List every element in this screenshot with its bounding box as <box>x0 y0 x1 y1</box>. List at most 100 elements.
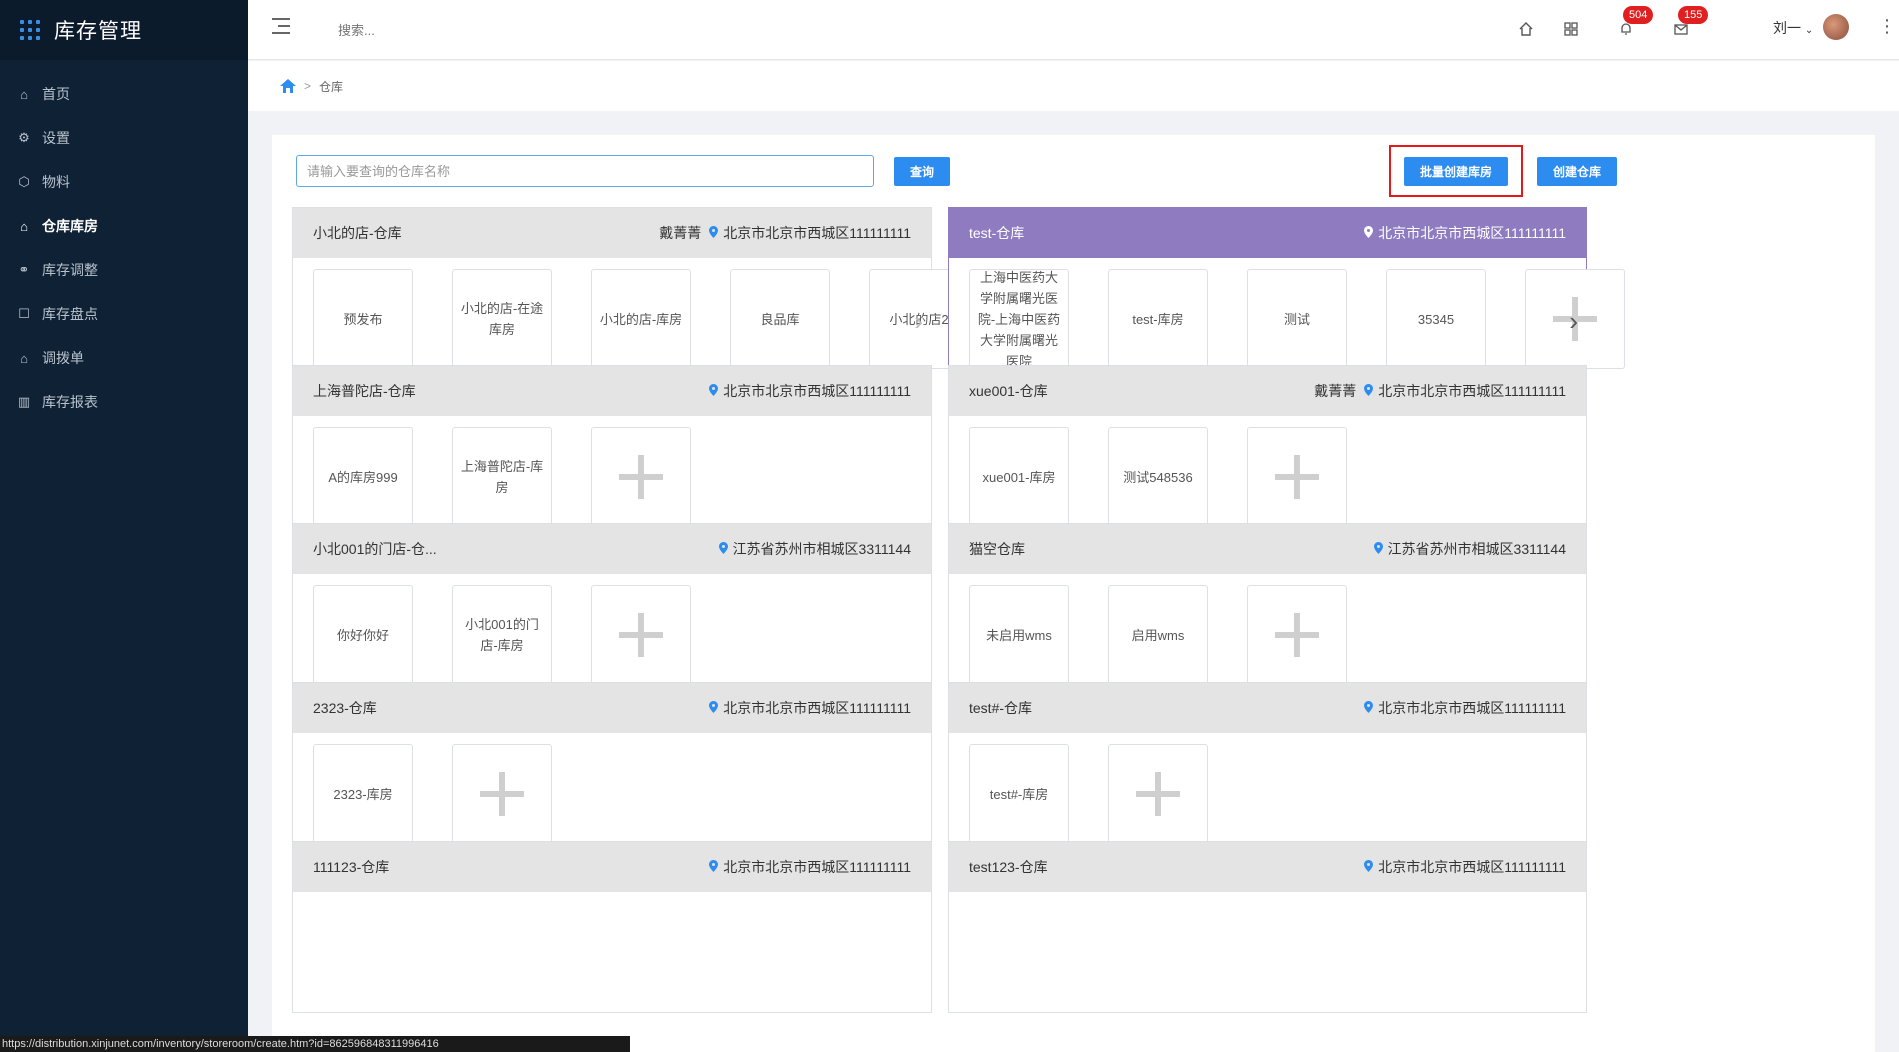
warehouse-card[interactable]: test123-仓库 北京市北京市西城区111111111 <box>948 841 1587 1013</box>
breadcrumb-current: 仓库 <box>319 79 344 94</box>
warehouse-card[interactable]: 2323-仓库 北京市北京市西城区111111111 2323-库房 <box>292 682 932 854</box>
warehouse-card[interactable]: 猫空仓库 江苏省苏州市相城区3311144 未启用wms 启用wms <box>948 523 1587 695</box>
storeroom-tile[interactable]: 启用wms <box>1108 585 1208 685</box>
storeroom-tile[interactable]: 你好你好 <box>313 585 413 685</box>
avatar[interactable] <box>1823 14 1849 40</box>
sidebar-item-label: 库存盘点 <box>42 306 98 322</box>
query-button[interactable]: 查询 <box>894 157 950 186</box>
warehouse-title: 小北001的门店-仓... <box>313 541 437 557</box>
sidebar-item-label: 库存调整 <box>42 262 98 278</box>
location-pin-icon <box>709 225 723 241</box>
warehouse-title: 2323-仓库 <box>313 700 377 716</box>
storeroom-tile[interactable]: 小北的店-库房 <box>591 269 691 369</box>
warehouse-card[interactable]: 小北的店-仓库 戴菁菁 北京市北京市西城区111111111 预发布 小北的店-在途库房… <box>292 207 969 379</box>
storeroom-list: 未启用wms 启用wms <box>949 574 1586 694</box>
storeroom-tile[interactable]: 未启用wms <box>969 585 1069 685</box>
storeroom-tile[interactable]: test#-库房 <box>969 744 1069 844</box>
add-storeroom-button[interactable] <box>591 585 691 685</box>
add-storeroom-button[interactable] <box>1247 427 1347 527</box>
warehouse-card[interactable]: 上海普陀店-仓库 北京市北京市西城区111111111 A的库房999 上海普陀店-库… <box>292 365 932 537</box>
warehouse-card-header: test-仓库 北京市北京市西城区111111111 <box>949 208 1586 258</box>
menu-toggle-icon[interactable] <box>272 18 292 36</box>
chevron-right-icon[interactable]: › <box>1569 306 1578 337</box>
sidebar-item-3[interactable]: ⌂ 仓库库房 <box>0 204 248 248</box>
add-storeroom-button[interactable] <box>452 744 552 844</box>
add-storeroom-button[interactable] <box>1247 585 1347 685</box>
sidebar-item-0[interactable]: ⌂ 首页 <box>0 72 248 116</box>
home-icon[interactable] <box>1513 16 1539 42</box>
storeroom-tile[interactable]: 上海普陀店-库房 <box>452 427 552 527</box>
add-storeroom-button[interactable] <box>1108 744 1208 844</box>
more-vertical-icon[interactable]: ⋮ <box>1878 16 1896 37</box>
user-menu[interactable]: 刘一 ⌄ <box>1773 18 1813 38</box>
warehouse-card[interactable]: 111123-仓库 北京市北京市西城区111111111 <box>292 841 932 1013</box>
plus-icon <box>1136 772 1180 816</box>
mail-icon[interactable]: 155 <box>1668 6 1709 42</box>
breadcrumb: > 仓库 <box>248 61 1899 111</box>
bell-icon[interactable]: 504 <box>1613 6 1654 42</box>
storeroom-list: 上海中医药大学附属曙光医院-上海中医药大学附属曙光医院 test-库房 测试 3534… <box>949 258 1625 378</box>
app-logo[interactable]: 库存管理 <box>0 0 248 60</box>
sidebar-item-7[interactable]: ▥ 库存报表 <box>0 380 248 424</box>
warehouse-title: test123-仓库 <box>969 859 1048 875</box>
sidebar-item-6[interactable]: ⌂ 调拨单 <box>0 336 248 380</box>
sidebar-item-5[interactable]: ☐ 库存盘点 <box>0 292 248 336</box>
storeroom-tile[interactable]: xue001-库房 <box>969 427 1069 527</box>
warehouse-card-header: 111123-仓库 北京市北京市西城区111111111 <box>293 842 931 892</box>
add-storeroom-button[interactable] <box>591 427 691 527</box>
storeroom-tile[interactable]: 良品库 <box>730 269 830 369</box>
warehouse-manager: 戴菁菁 <box>1314 383 1357 399</box>
chevron-down-icon: ⌄ <box>1804 25 1814 36</box>
warehouse-meta: 北京市北京市西城区111111111 <box>1364 698 1566 718</box>
grid-icon[interactable] <box>1558 16 1584 42</box>
mail-badge: 155 <box>1678 6 1709 24</box>
warehouse-title: 猫空仓库 <box>969 541 1025 557</box>
warehouse-title: 上海普陀店-仓库 <box>313 383 416 399</box>
warehouse-card[interactable]: test-仓库 北京市北京市西城区111111111 上海中医药大学附属曙光医院-上… <box>948 207 1625 379</box>
warehouse-title: test#-仓库 <box>969 700 1033 716</box>
warehouse-address: 北京市北京市西城区111111111 <box>723 383 911 399</box>
warehouse-address: 江苏省苏州市相城区3311144 <box>1387 541 1566 557</box>
storeroom-tile[interactable]: 2323-库房 <box>313 744 413 844</box>
storeroom-tile[interactable]: 预发布 <box>313 269 413 369</box>
adjust-icon: ⚭ <box>18 262 30 277</box>
global-search-input[interactable] <box>338 18 538 42</box>
sidebar-item-label: 库存报表 <box>42 394 98 410</box>
warehouse-card[interactable]: xue001-仓库 戴菁菁 北京市北京市西城区111111111 xue001-库房测… <box>948 365 1587 537</box>
storeroom-tile[interactable]: 小北的店-在途库房 <box>452 269 552 369</box>
warehouse-card-header: 上海普陀店-仓库 北京市北京市西城区111111111 <box>293 366 931 416</box>
toolbar: 查询 批量创建库房 创建仓库 <box>296 145 1856 197</box>
batch-create-storeroom-button[interactable]: 批量创建库房 <box>1404 157 1508 186</box>
storeroom-tile[interactable]: 上海中医药大学附属曙光医院-上海中医药大学附属曙光医院 <box>969 269 1069 369</box>
warehouse-card[interactable]: test#-仓库 北京市北京市西城区111111111 test#-库房 <box>948 682 1587 854</box>
storeroom-list: test#-库房 <box>949 733 1586 853</box>
storeroom-tile[interactable]: 测试 <box>1247 269 1347 369</box>
location-pin-icon <box>1373 541 1388 557</box>
sidebar-item-4[interactable]: ⚭ 库存调整 <box>0 248 248 292</box>
storeroom-tile[interactable]: 35345 <box>1386 269 1486 369</box>
warehouse-card-header: test#-仓库 北京市北京市西城区111111111 <box>949 683 1586 733</box>
storeroom-tile[interactable]: 小北001的门店-库房 <box>452 585 552 685</box>
warehouse-meta: 戴菁菁 北京市北京市西城区111111111 <box>659 223 911 243</box>
warehouse-address: 江苏省苏州市相城区3311144 <box>732 541 911 557</box>
sidebar-item-1[interactable]: ⚙ 设置 <box>0 116 248 160</box>
plus-icon <box>1275 613 1319 657</box>
storeroom-tile[interactable]: 测试548536 <box>1108 427 1208 527</box>
warehouse-card[interactable]: 小北001的门店-仓... 江苏省苏州市相城区3311144 你好你好 小北001的门… <box>292 523 932 695</box>
inventory-check-icon: ☐ <box>18 306 30 321</box>
chevron-right-icon[interactable]: › <box>914 306 923 337</box>
sidebar-item-2[interactable]: ⬡ 物料 <box>0 160 248 204</box>
warehouse-card-header: test123-仓库 北京市北京市西城区111111111 <box>949 842 1586 892</box>
storeroom-tile[interactable]: A的库房999 <box>313 427 413 527</box>
status-bar-url: https://distribution.xinjunet.com/invent… <box>0 1036 630 1052</box>
location-pin-icon <box>709 383 723 399</box>
transfer-icon: ⌂ <box>20 350 28 366</box>
warehouse-card-header: 小北001的门店-仓... 江苏省苏州市相城区3311144 <box>293 524 931 574</box>
breadcrumb-separator: > <box>304 79 312 93</box>
storeroom-tile[interactable]: test-库房 <box>1108 269 1208 369</box>
create-warehouse-button[interactable]: 创建仓库 <box>1537 157 1617 186</box>
breadcrumb-home-icon[interactable] <box>280 79 296 93</box>
warehouse-title: test-仓库 <box>969 225 1025 241</box>
warehouse-title: xue001-仓库 <box>969 383 1048 399</box>
warehouse-search-input[interactable] <box>296 155 874 187</box>
